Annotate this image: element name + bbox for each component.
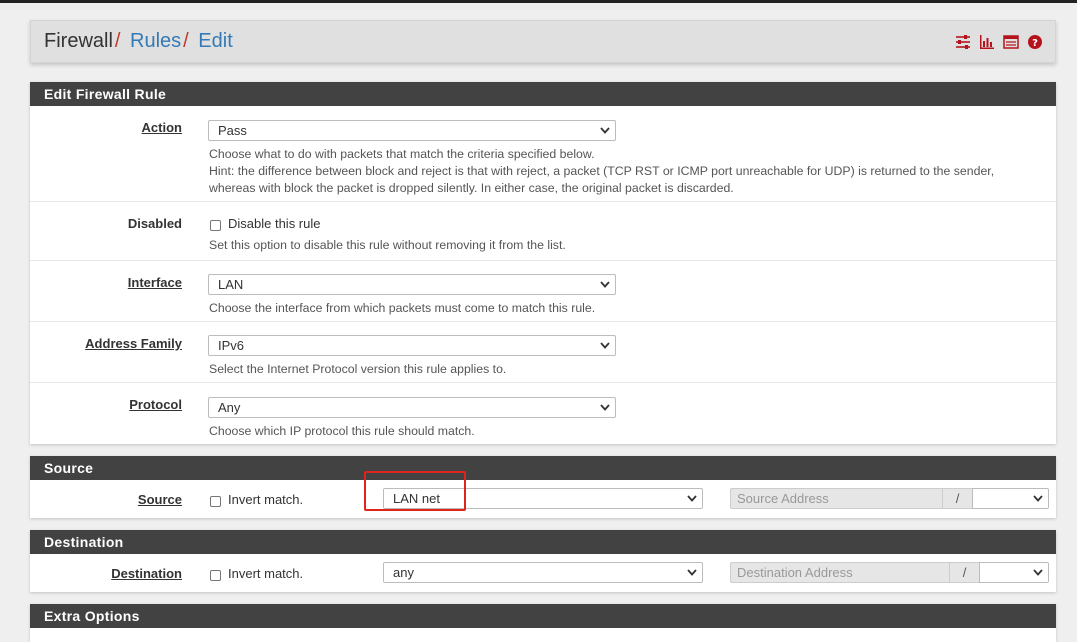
- chevron-down-icon: [600, 281, 610, 288]
- action-hint-text: Hint: the difference between block and r…: [209, 164, 995, 178]
- address-family-select-value: IPv6: [218, 338, 245, 353]
- protocol-select-value: Any: [218, 400, 241, 415]
- destination-invert-checkbox[interactable]: [210, 570, 221, 581]
- source-label: Source: [137, 492, 182, 507]
- destination-panel: Destination Destination Invert match. an…: [30, 530, 1056, 592]
- disabled-help-text: Set this option to disable this rule wit…: [209, 238, 566, 252]
- protocol-label: Protocol: [129, 397, 182, 412]
- destination-mask-select[interactable]: [979, 562, 1049, 583]
- source-mask-select[interactable]: [972, 488, 1049, 509]
- svg-text:?: ?: [1032, 38, 1038, 49]
- protocol-help-text: Choose which IP protocol this rule shoul…: [209, 424, 475, 438]
- source-invert-checkbox[interactable]: [210, 496, 221, 507]
- protocol-row: Protocol Any Choose which IP protocol th…: [30, 383, 1056, 444]
- action-label: Action: [141, 120, 182, 135]
- action-select[interactable]: Pass: [208, 120, 616, 141]
- destination-mask-separator: /: [950, 562, 979, 583]
- breadcrumb-separator: /: [114, 30, 121, 52]
- breadcrumb-edit-link[interactable]: Edit: [198, 30, 232, 52]
- chevron-down-icon: [1033, 569, 1043, 576]
- interface-label: Interface: [127, 275, 182, 290]
- interface-select-value: LAN: [218, 277, 244, 292]
- disable-rule-checkbox-label: Disable this rule: [228, 216, 321, 231]
- disabled-label: Disabled: [127, 216, 182, 231]
- destination-invert-label: Invert match.: [228, 566, 304, 581]
- source-mask-separator: /: [943, 488, 972, 509]
- interface-help-text: Choose the interface from which packets …: [209, 301, 596, 315]
- panel-heading-source: Source: [30, 456, 1056, 480]
- chevron-down-icon: [1033, 495, 1043, 502]
- breadcrumb: Firewall / Rules / Edit: [44, 30, 233, 53]
- source-invert-label: Invert match.: [228, 492, 304, 507]
- breadcrumb-firewall: Firewall: [44, 30, 113, 52]
- action-help-text: Choose what to do with packets that matc…: [209, 147, 595, 161]
- destination-type-value: any: [393, 565, 414, 580]
- address-family-row: Address Family IPv6 Select the Internet …: [30, 322, 1056, 383]
- list-table-icon[interactable]: [1003, 34, 1019, 50]
- top-bar: [0, 0, 1077, 3]
- help-circle-icon[interactable]: ?: [1027, 34, 1043, 50]
- address-family-help-text: Select the Internet Protocol version thi…: [209, 362, 507, 376]
- breadcrumb-rules-link[interactable]: Rules: [130, 30, 181, 52]
- source-address-input[interactable]: Source Address: [730, 488, 943, 509]
- interface-select[interactable]: LAN: [208, 274, 616, 295]
- chevron-down-icon: [687, 569, 697, 576]
- source-panel: Source Source Invert match. LAN net Sour…: [30, 456, 1056, 518]
- chevron-down-icon: [687, 495, 697, 502]
- interface-row: Interface LAN Choose the interface from …: [30, 261, 1056, 322]
- action-select-value: Pass: [218, 123, 247, 138]
- chevron-down-icon: [600, 342, 610, 349]
- chevron-down-icon: [600, 404, 610, 411]
- sliders-icon[interactable]: [955, 34, 971, 50]
- destination-label: Destination: [111, 566, 182, 581]
- destination-type-select[interactable]: any: [383, 562, 703, 583]
- highlight-box: [364, 471, 466, 511]
- breadcrumb-bar: Firewall / Rules / Edit ?: [30, 20, 1056, 63]
- action-row: Action Pass Choose what to do with packe…: [30, 106, 1056, 202]
- destination-address-input[interactable]: Destination Address: [730, 562, 950, 583]
- edit-rule-panel: Edit Firewall Rule Action Pass Choose wh…: [30, 82, 1056, 444]
- panel-heading-extra-options: Extra Options: [30, 604, 1056, 628]
- action-hint-text-2: whereas with block the packet is dropped…: [209, 181, 734, 195]
- disabled-row: Disabled Disable this rule Set this opti…: [30, 202, 1056, 261]
- panel-heading-destination: Destination: [30, 530, 1056, 554]
- breadcrumb-separator: /: [183, 30, 189, 52]
- disable-rule-checkbox[interactable]: [210, 220, 221, 231]
- bar-chart-icon[interactable]: [979, 34, 995, 50]
- extra-options-panel: Extra Options: [30, 604, 1056, 642]
- destination-row: Destination Invert match. any Destinatio…: [30, 554, 1056, 592]
- protocol-select[interactable]: Any: [208, 397, 616, 418]
- chevron-down-icon: [600, 127, 610, 134]
- source-row: Source Invert match. LAN net Source Addr…: [30, 480, 1056, 518]
- panel-heading-edit-rule: Edit Firewall Rule: [30, 82, 1056, 106]
- address-family-label: Address Family: [85, 336, 182, 351]
- address-family-select[interactable]: IPv6: [208, 335, 616, 356]
